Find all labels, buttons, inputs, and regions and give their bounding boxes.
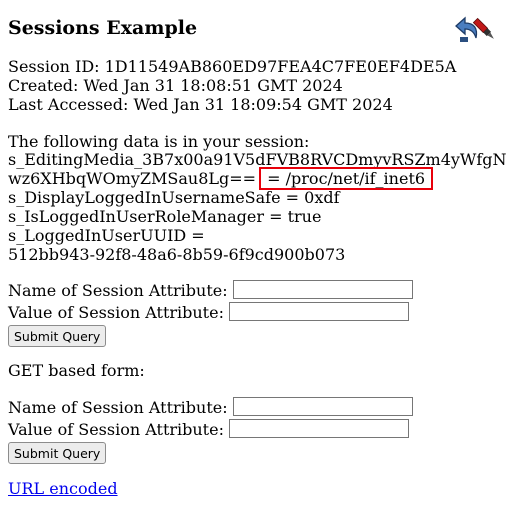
session-created: Created: Wed Jan 31 18:08:51 GMT 2024 [8, 76, 343, 95]
session-attr-user-uuid-value: 512bb943-92f8-48a6-8b59-6f9cd900b073 [8, 245, 346, 264]
attr-name-part2: wz6XHbqWOmyZMSau8Lg== [8, 169, 262, 188]
session-attr-display-username: s_DisplayLoggedInUsernameSafe = 0xdf [8, 188, 340, 207]
session-attr-user-uuid-key: s_LoggedInUserUUID = [8, 226, 205, 245]
session-attr-editing-media-value-line: wz6XHbqWOmyZMSau8Lg== = /proc/net/if_ine… [8, 167, 434, 190]
url-encoded-link[interactable]: URL encoded [8, 479, 118, 499]
highlighted-attr-value: = /proc/net/if_inet6 [259, 167, 434, 190]
session-last-accessed: Last Accessed: Wed Jan 31 18:09:54 GMT 2… [8, 95, 393, 114]
post-name-input[interactable] [233, 280, 413, 299]
post-submit-button[interactable]: Submit Query [8, 325, 107, 347]
get-submit-button[interactable]: Submit Query [8, 442, 107, 464]
get-value-label: Value of Session Attribute: [8, 420, 224, 439]
edit-pen-icon[interactable] [452, 14, 502, 44]
post-value-label: Value of Session Attribute: [8, 303, 224, 322]
session-data-heading: The following data is in your session: [8, 132, 310, 151]
page-title: Sessions Example [8, 17, 198, 39]
post-name-label: Name of Session Attribute: [8, 281, 228, 300]
session-attr-role-manager: s_IsLoggedInUserRoleManager = true [8, 207, 322, 226]
get-form-heading: GET based form: [8, 361, 145, 380]
get-name-input[interactable] [233, 397, 413, 416]
post-value-input[interactable] [229, 302, 409, 321]
get-name-label: Name of Session Attribute: [8, 398, 228, 417]
session-id: Session ID: 1D11549AB860ED97FEA4C7FE0EF4… [8, 57, 457, 76]
header-icons [452, 14, 502, 44]
get-value-input[interactable] [229, 419, 409, 438]
